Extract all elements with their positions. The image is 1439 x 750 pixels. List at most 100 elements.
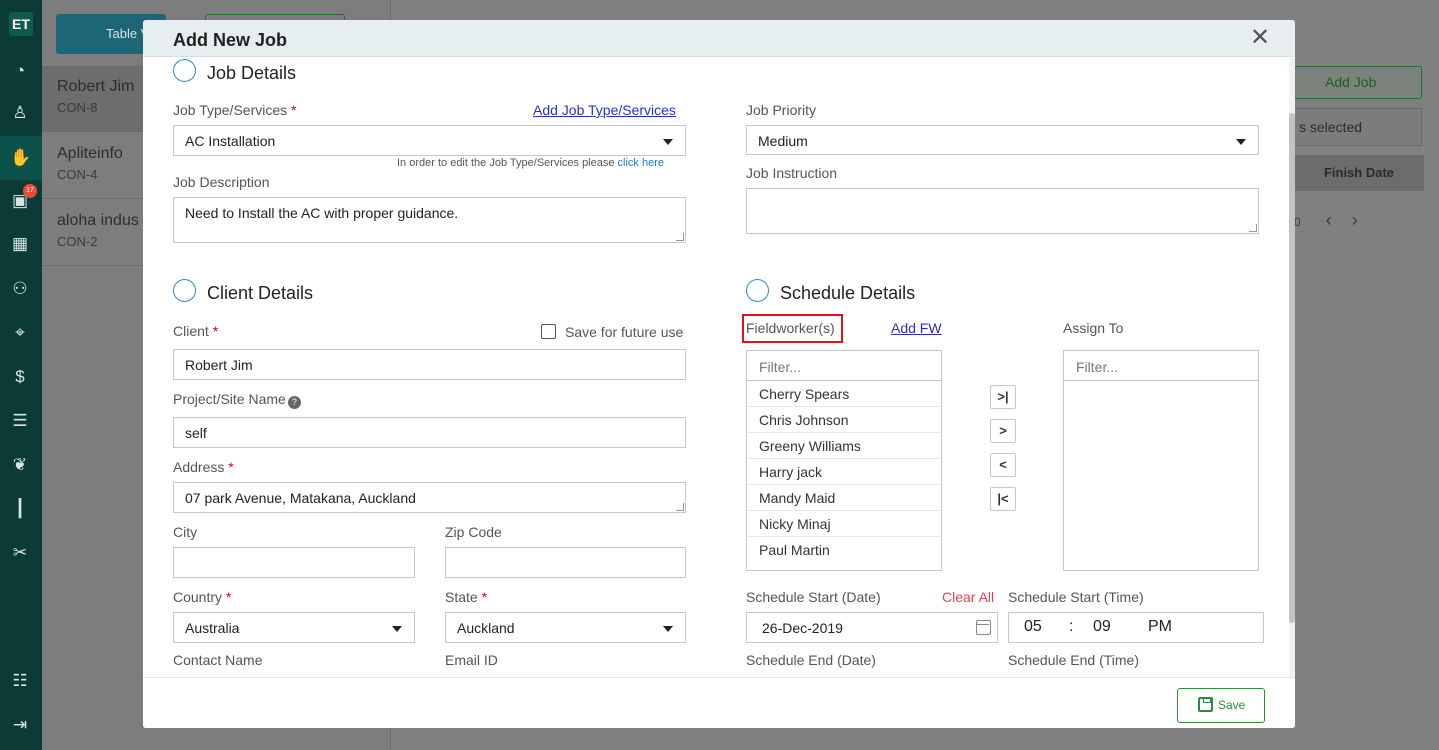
clear-all-link[interactable]: Clear All: [942, 589, 994, 605]
start-minute[interactable]: 09: [1093, 619, 1111, 635]
address-label: Address *: [173, 459, 234, 475]
nav-rail: ET ◔ ♙ ✋ ▣ 17 ▦ ⚇ ⌖ $ ☰ ❦ ┃ ✂ ☷ ⇥: [0, 0, 42, 750]
schedule-details-title: Schedule Details: [780, 283, 916, 303]
country-select[interactable]: Australia: [173, 612, 415, 643]
list-item[interactable]: Cherry Spears: [747, 381, 941, 407]
help-icon[interactable]: ?: [287, 396, 301, 409]
list-item[interactable]: Harry jack: [747, 459, 941, 485]
state-value: Auckland: [457, 620, 515, 636]
job-priority-select[interactable]: Medium: [746, 125, 1259, 155]
click-here-link[interactable]: click here: [618, 157, 664, 169]
address-textarea[interactable]: 07 park Avenue, Matakana, Auckland: [173, 482, 686, 513]
assign-filter-input[interactable]: Filter...: [1064, 351, 1258, 381]
job-type-label-text: Job Type/Services: [173, 102, 288, 118]
client-input[interactable]: Robert Jim: [173, 349, 686, 380]
schedule-details-heading: Schedule Details: [746, 279, 916, 304]
modal-footer: Save: [143, 677, 1295, 728]
chevron-down-icon: [1236, 139, 1246, 145]
client-label: Client *: [173, 323, 218, 339]
fieldworker-filter-input[interactable]: Filter...: [747, 351, 941, 381]
job-instruction-textarea[interactable]: [746, 188, 1259, 234]
handshake-icon[interactable]: ✋: [0, 136, 42, 180]
start-ampm[interactable]: PM: [1148, 619, 1172, 635]
finish-date-column-header[interactable]: Finish Date: [1294, 155, 1424, 191]
state-select[interactable]: Auckland: [445, 612, 686, 643]
list-item[interactable]: Greeny Williams: [747, 433, 941, 459]
city-input[interactable]: [173, 547, 415, 578]
briefcase-icon: [173, 59, 196, 82]
zip-code-input[interactable]: [445, 547, 686, 578]
resize-handle[interactable]: [1249, 224, 1257, 232]
schedule-start-time-input[interactable]: 05 : 09 PM: [1008, 612, 1264, 643]
required-mark: *: [228, 459, 234, 475]
job-description-textarea[interactable]: Need to Install the AC with proper guida…: [173, 197, 686, 243]
chevron-down-icon: [663, 626, 673, 632]
address-value: 07 park Avenue, Matakana, Auckland: [185, 490, 416, 506]
leaf-icon[interactable]: ❦: [9, 454, 31, 476]
status-select[interactable]: s selected: [1294, 108, 1422, 146]
job-details-title: Job Details: [207, 63, 297, 83]
chart-icon[interactable]: ┃: [9, 498, 31, 520]
calendar-icon[interactable]: ▦: [9, 233, 31, 255]
city-label: City: [173, 524, 198, 540]
state-label: State *: [445, 589, 487, 605]
state-label-text: State: [445, 589, 478, 605]
close-icon[interactable]: ✕: [1250, 26, 1270, 50]
address-label-text: Address: [173, 459, 225, 475]
list-item[interactable]: Chris Johnson: [747, 407, 941, 433]
job-type-value: AC Installation: [185, 133, 276, 149]
project-site-input[interactable]: self: [173, 417, 686, 448]
move-right-button[interactable]: >: [990, 419, 1016, 443]
country-value: Australia: [185, 620, 240, 636]
list-item[interactable]: Nicky Minaj: [747, 511, 941, 537]
calendar-icon[interactable]: [976, 620, 991, 635]
schedule-start-date-input[interactable]: 26-Dec-2019: [746, 612, 998, 643]
chevron-down-icon: [392, 626, 402, 632]
logout-icon[interactable]: ⇥: [9, 714, 31, 736]
add-fw-link[interactable]: Add FW: [891, 320, 942, 336]
required-mark: *: [481, 589, 488, 605]
users-icon[interactable]: ⚇: [9, 278, 31, 300]
job-details-heading: Job Details: [173, 59, 297, 84]
scrollbar-thumb[interactable]: [1289, 113, 1295, 623]
modal-header: Add New Job ✕: [143, 20, 1295, 57]
save-future-checkbox[interactable]: [541, 324, 556, 339]
move-all-left-button[interactable]: |<: [990, 487, 1016, 511]
assign-to-list: Filter...: [1063, 350, 1259, 571]
job-type-select[interactable]: AC Installation: [173, 125, 686, 156]
chevron-down-icon: [663, 139, 673, 145]
dashboard-icon[interactable]: ◔: [9, 60, 31, 82]
country-label: Country *: [173, 589, 231, 605]
schedule-start-time-label: Schedule Start (Time): [1008, 589, 1144, 605]
add-job-type-link[interactable]: Add Job Type/Services: [533, 102, 676, 118]
list-item[interactable]: Mandy Maid: [747, 485, 941, 511]
job-type-label: Job Type/Services *: [173, 102, 296, 118]
add-job-button[interactable]: Add Job: [1294, 66, 1422, 99]
map-pin-icon[interactable]: ⌖: [9, 322, 31, 344]
prev-page-icon[interactable]: ‹: [1326, 210, 1352, 230]
job-description-label: Job Description: [173, 174, 270, 190]
clock-icon: [746, 279, 769, 302]
tools-icon[interactable]: ✂: [9, 542, 31, 564]
schedule-end-date-label: Schedule End (Date): [746, 652, 876, 668]
save-future-label: Save for future use: [565, 324, 684, 340]
required-mark: *: [291, 102, 297, 118]
list-item[interactable]: Paul Martin: [747, 537, 941, 563]
user-icon[interactable]: ♙: [9, 102, 31, 124]
job-instruction-label: Job Instruction: [746, 165, 838, 181]
project-label-text: Project/Site Name: [173, 391, 286, 407]
list-icon[interactable]: ☰: [9, 410, 31, 432]
dollar-icon[interactable]: $: [9, 366, 31, 388]
move-all-right-button[interactable]: >|: [990, 385, 1016, 409]
start-hour[interactable]: 05: [1024, 619, 1042, 635]
move-left-button[interactable]: <: [990, 453, 1016, 477]
resize-handle[interactable]: [676, 503, 684, 511]
user-circle-icon: [173, 279, 196, 302]
settings-icon[interactable]: ☷: [9, 670, 31, 692]
next-page-icon[interactable]: ›: [1352, 210, 1378, 230]
notification-badge: 17: [23, 184, 37, 198]
modal-scrollbar[interactable]: [1289, 58, 1295, 677]
save-button[interactable]: Save: [1177, 688, 1265, 723]
resize-handle[interactable]: [676, 233, 684, 241]
edit-job-type-note: In order to edit the Job Type/Services p…: [397, 157, 664, 169]
